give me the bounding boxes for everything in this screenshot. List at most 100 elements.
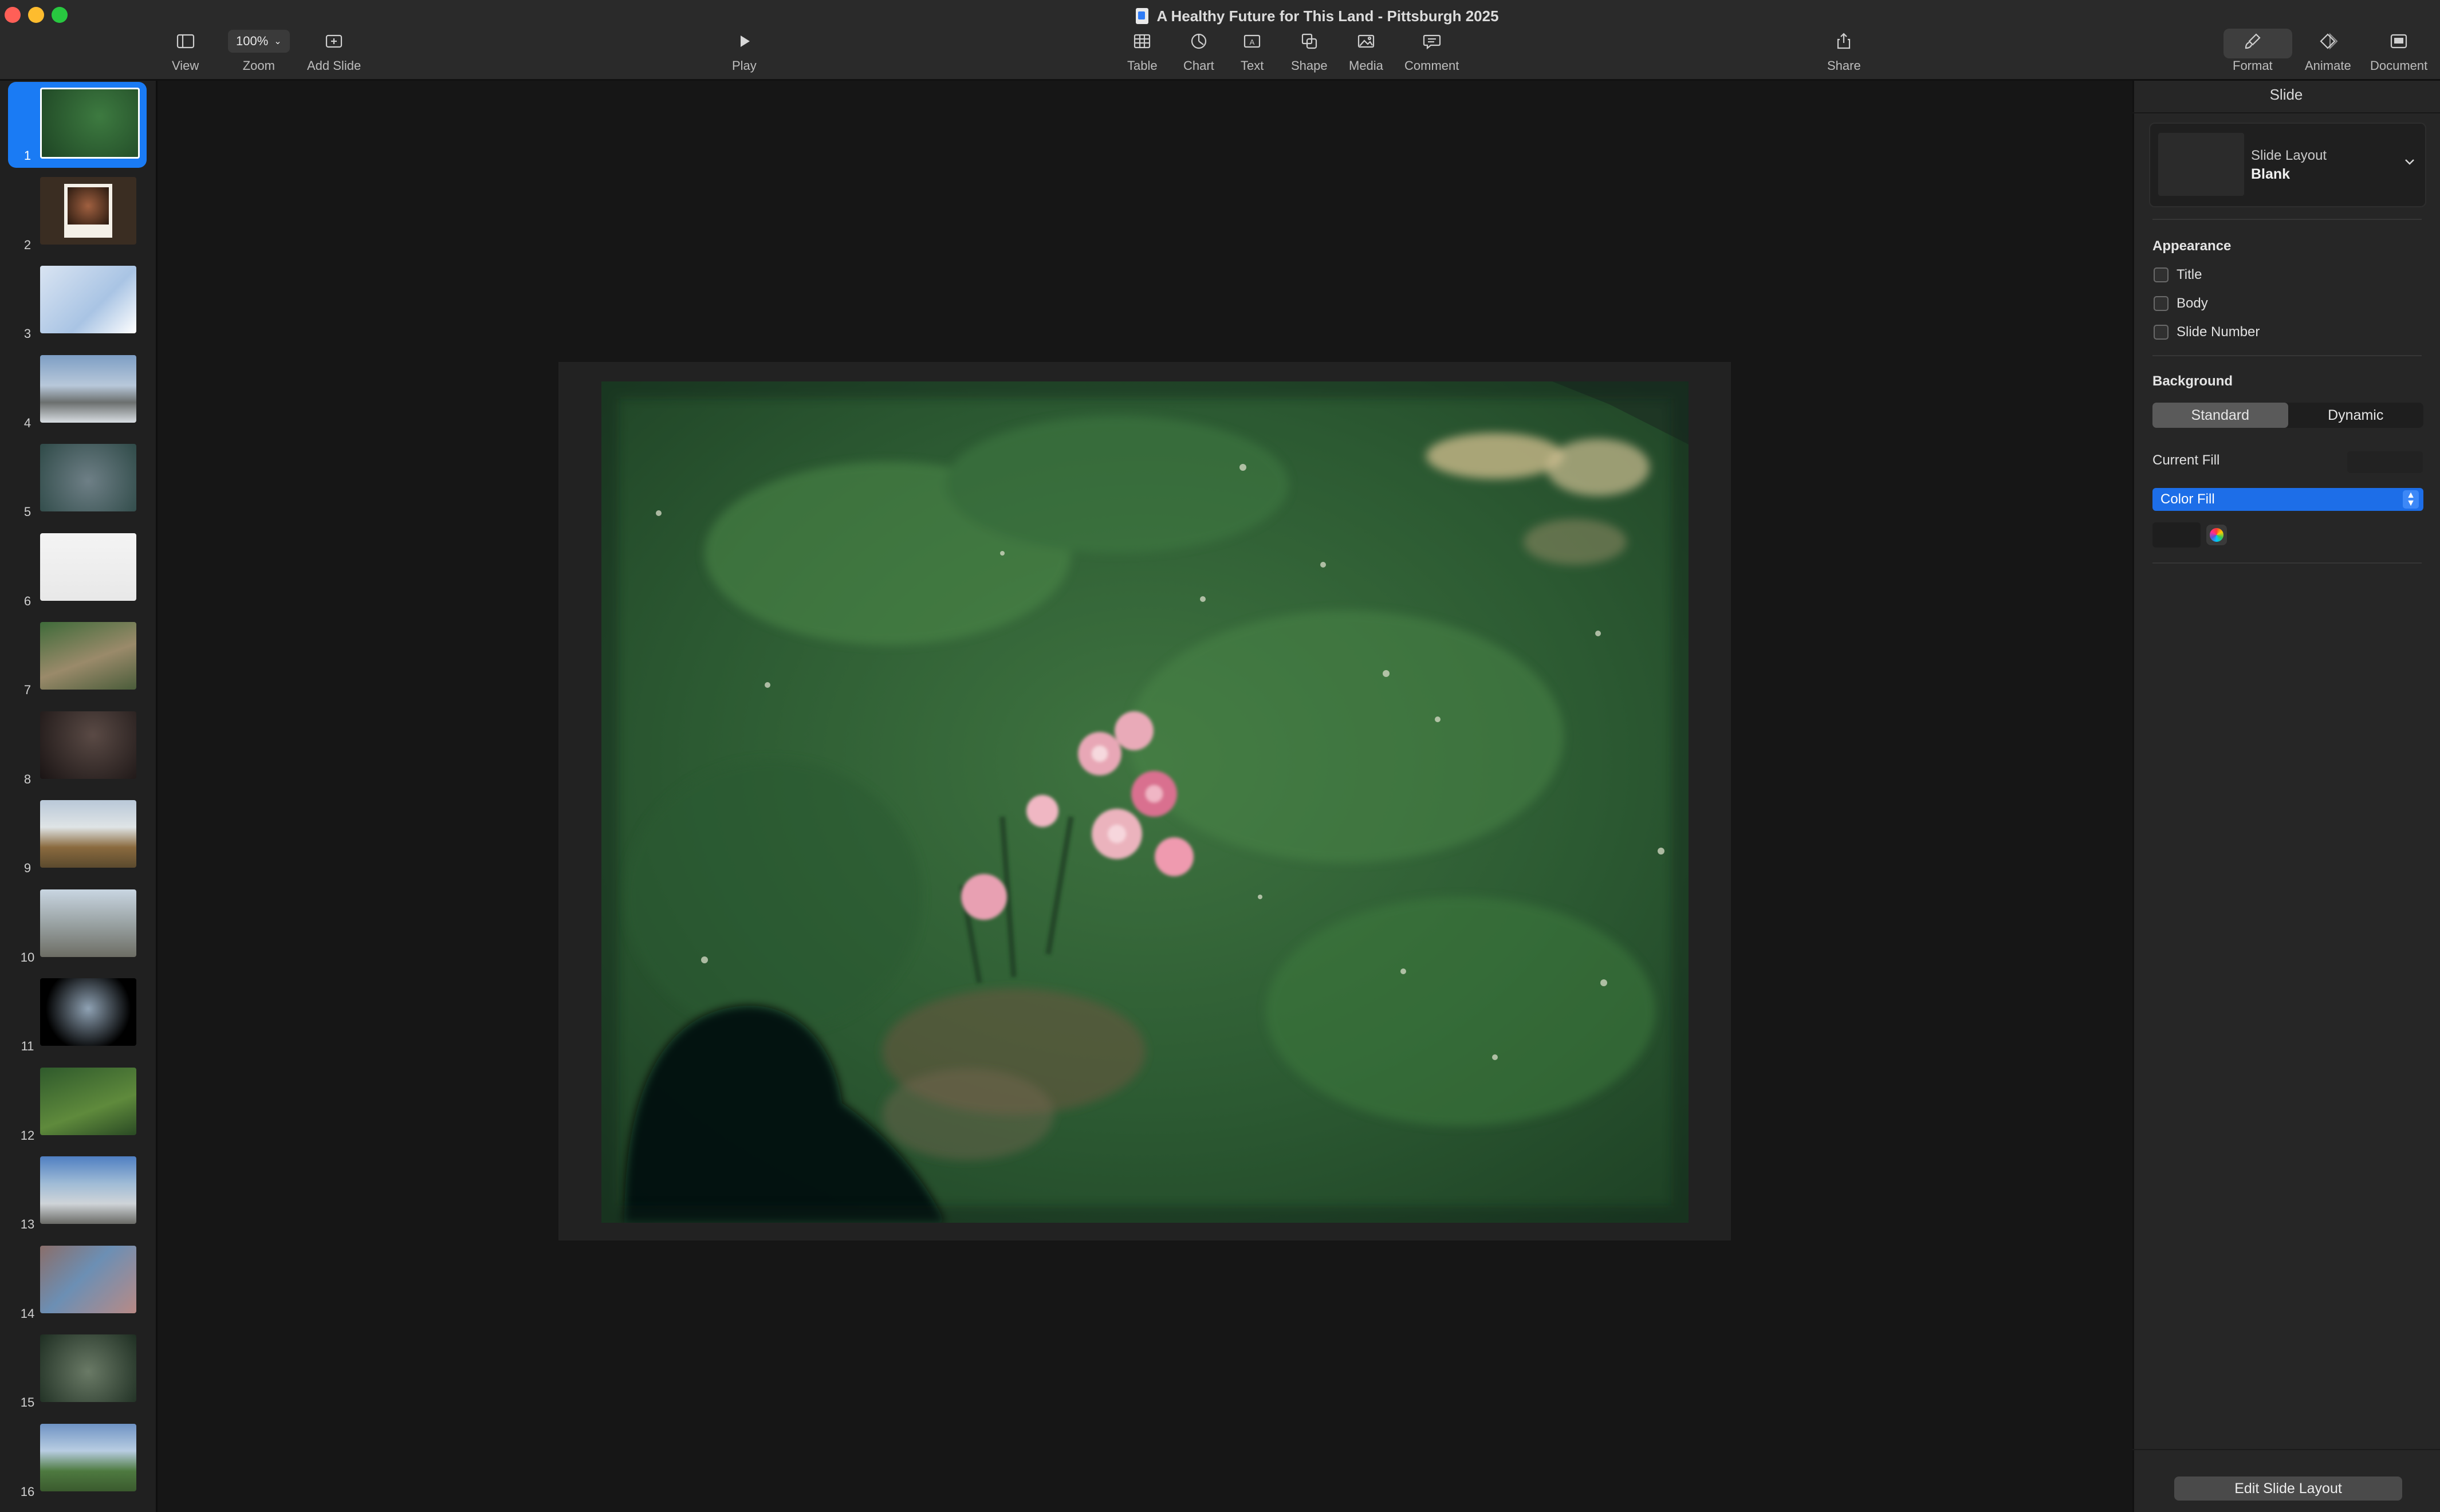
animate-label: Animate <box>2305 58 2351 73</box>
slide-number: 1 <box>23 148 32 163</box>
appearance-slide-number-checkbox[interactable]: Slide Number <box>2154 324 2260 340</box>
slide-thumbnail-image <box>40 1423 136 1491</box>
slide-number: 6 <box>23 593 32 608</box>
slide-thumbnail-image <box>40 1156 136 1224</box>
slide-number: 14 <box>20 1306 35 1321</box>
slide-thumbnail[interactable]: 3 <box>0 260 156 346</box>
slide-number: 12 <box>20 1128 35 1143</box>
add-slide-label: Add Slide <box>307 58 361 73</box>
animate-tab[interactable]: Animate <box>2305 27 2351 73</box>
slide-navigator: 1 2 3 4 5 6 7 8 9 10 11 12 13 14 15 16 <box>0 81 158 1512</box>
current-fill-label: Current Fill <box>2152 452 2220 468</box>
shape-icon <box>1298 27 1321 55</box>
share-button[interactable]: Share <box>1827 27 1861 73</box>
slide-number: 7 <box>23 683 32 697</box>
color-well[interactable] <box>2152 522 2201 548</box>
background-mode-segmented-control[interactable]: Standard Dynamic <box>2152 403 2423 428</box>
appearance-body-checkbox[interactable]: Body <box>2154 296 2208 312</box>
chevron-down-icon: ⌄ <box>274 37 282 46</box>
format-tab[interactable]: Format <box>2233 27 2273 73</box>
slide-thumbnail[interactable]: 7 <box>0 616 156 702</box>
slide-thumbnail[interactable]: 12 <box>0 1062 156 1148</box>
add-slide-icon <box>322 27 345 55</box>
table-button[interactable]: Table <box>1127 27 1158 73</box>
slide-layout-caption: Slide Layout <box>2251 148 2327 163</box>
table-icon <box>1131 27 1154 55</box>
slide-thumbnail[interactable]: 10 <box>0 884 156 970</box>
slide-thumbnail-image <box>40 889 136 957</box>
document-icon <box>2387 27 2410 55</box>
slide-thumbnail-image <box>40 800 136 868</box>
document-title: A Healthy Future for This Land - Pittsbu… <box>1156 7 1499 25</box>
document-label: Document <box>2370 58 2428 73</box>
checkbox[interactable] <box>2154 325 2169 340</box>
slide-thumbnail[interactable]: 15 <box>0 1329 156 1415</box>
polaroid-frame <box>64 183 112 238</box>
view-button[interactable]: View <box>172 27 199 73</box>
window-title-bar: A Healthy Future for This Land - Pittsbu… <box>916 3 1718 29</box>
zoom-control[interactable]: 100% ⌄ Zoom <box>228 27 290 73</box>
fill-type-value: Color Fill <box>2160 491 2215 507</box>
slide-thumbnail-image <box>40 1334 136 1402</box>
slide-photo-grass-and-roses[interactable] <box>601 381 1689 1223</box>
slide-thumbnail-image <box>40 978 136 1046</box>
shape-label: Shape <box>1291 58 1328 73</box>
current-fill-swatch[interactable] <box>2347 451 2423 473</box>
background-heading: Background <box>2152 373 2233 389</box>
slide-number: 4 <box>23 415 32 430</box>
media-label: Media <box>1349 58 1383 73</box>
slide-thumbnail-image <box>40 176 136 245</box>
checkbox[interactable] <box>2154 267 2169 282</box>
divider <box>2152 562 2422 564</box>
background-standard-segment[interactable]: Standard <box>2152 403 2288 428</box>
close-window-button[interactable] <box>5 7 21 23</box>
chart-button[interactable]: Chart <box>1183 27 1214 73</box>
sidebar-icon <box>174 27 197 55</box>
comment-label: Comment <box>1404 58 1459 73</box>
slide-thumbnail[interactable]: 1 <box>0 82 156 168</box>
media-button[interactable]: Media <box>1349 27 1383 73</box>
diamond-icon <box>2316 27 2339 55</box>
chevron-down-icon[interactable] <box>2401 153 2418 171</box>
slide-number: 2 <box>23 237 32 252</box>
appearance-title-checkbox[interactable]: Title <box>2154 267 2202 283</box>
add-slide-button[interactable]: Add Slide <box>307 27 361 73</box>
format-label: Format <box>2233 58 2273 73</box>
slide-thumbnail[interactable]: 14 <box>0 1240 156 1326</box>
slide-thumbnail[interactable]: 5 <box>0 438 156 524</box>
text-button[interactable]: A Text <box>1241 27 1264 73</box>
slide-thumbnail[interactable]: 11 <box>0 972 156 1058</box>
slide-thumbnail[interactable]: 16 <box>0 1418 156 1504</box>
slide-thumbnail[interactable]: 4 <box>0 349 156 435</box>
checkbox-label: Title <box>2177 267 2202 282</box>
chart-icon <box>1187 27 1210 55</box>
table-label: Table <box>1127 58 1158 73</box>
slide-number: 9 <box>23 861 32 875</box>
inspector-title: Slide <box>2269 86 2303 103</box>
edit-slide-layout-button[interactable]: Edit Slide Layout <box>2174 1476 2402 1501</box>
keynote-document-icon <box>1136 8 1149 24</box>
play-button[interactable]: Play <box>732 27 757 73</box>
minimize-window-button[interactable] <box>28 7 44 23</box>
slide-thumbnail[interactable]: 13 <box>0 1151 156 1237</box>
slide-thumbnail-image <box>40 622 136 690</box>
zoom-dropdown[interactable]: 100% ⌄ <box>228 30 290 53</box>
divider <box>2132 112 2440 113</box>
svg-text:A: A <box>1250 38 1255 46</box>
slide-thumbnail[interactable]: 2 <box>0 171 156 257</box>
fill-type-select[interactable]: Color Fill ▲ ▼ <box>2152 488 2423 511</box>
shape-button[interactable]: Shape <box>1291 27 1328 73</box>
slide-layout-value: Blank <box>2251 166 2291 182</box>
slide-thumbnail-image <box>40 711 136 779</box>
slide-thumbnail[interactable]: 9 <box>0 794 156 880</box>
comment-button[interactable]: Comment <box>1404 27 1459 73</box>
slide-number: 5 <box>23 505 32 519</box>
slide-number: 10 <box>20 950 35 964</box>
document-tab[interactable]: Document <box>2370 27 2427 73</box>
checkbox[interactable] <box>2154 296 2169 311</box>
slide-thumbnail[interactable]: 6 <box>0 527 156 613</box>
background-dynamic-segment[interactable]: Dynamic <box>2288 403 2424 428</box>
slide-thumbnail[interactable]: 8 <box>0 706 156 792</box>
color-wheel-icon[interactable] <box>2206 525 2227 545</box>
zoom-window-button[interactable] <box>52 7 68 23</box>
